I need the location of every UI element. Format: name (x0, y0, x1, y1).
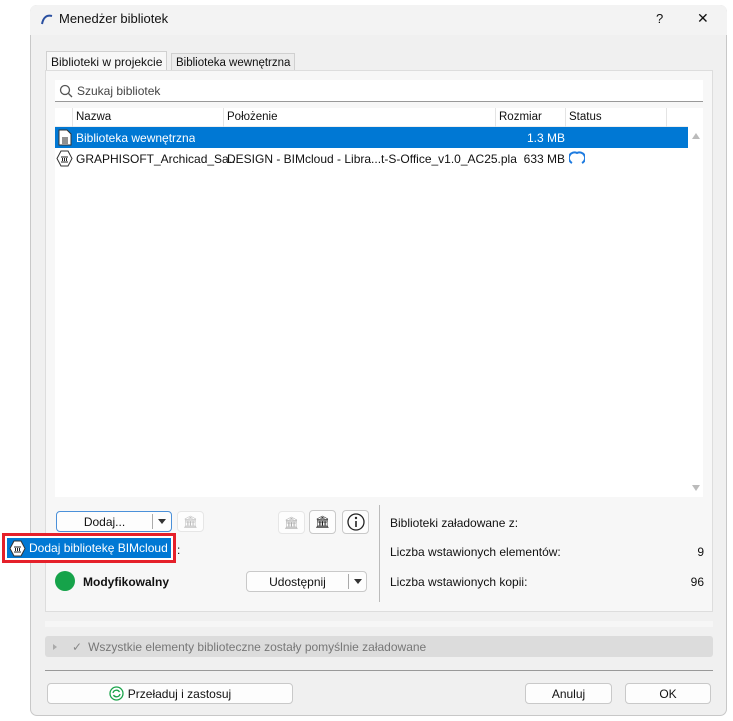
header-status[interactable]: Status (566, 108, 667, 127)
header-polozenie[interactable]: Położenie (224, 108, 496, 127)
search-input[interactable]: Szukaj bibliotek (55, 80, 703, 102)
close-button[interactable]: ✕ (697, 10, 709, 27)
info-icon (346, 513, 365, 531)
add-menu-popup: Dodaj bibliotekę BIMcloud (2, 533, 176, 563)
expand-arrow-icon[interactable] (53, 643, 57, 650)
cancel-button[interactable]: Anuluj (525, 683, 612, 704)
archicad-logo-icon (41, 14, 53, 25)
add-button[interactable]: Dodaj... (56, 511, 172, 532)
reload-icon (109, 686, 124, 701)
library-import-icon: 🏛 (283, 515, 300, 530)
scroll-up-icon[interactable] (692, 133, 700, 139)
reload-apply-button[interactable]: Przeładuj i zastosuj (47, 683, 293, 704)
footer-separator (45, 670, 713, 671)
search-placeholder: Szukaj bibliotek (77, 84, 161, 98)
status-label: Modyfikowalny (83, 575, 170, 589)
ok-button[interactable]: OK (625, 683, 711, 704)
migrate-library-button[interactable]: 🏛 (278, 511, 305, 534)
cancel-label: Anuluj (551, 686, 586, 701)
cloud-sync-icon (569, 151, 585, 164)
elements-count-value: 9 (697, 545, 704, 559)
reload-label: Przeładuj i zastosuj (127, 686, 232, 701)
row-name: Biblioteka wewnętrzna (76, 131, 196, 145)
add-label: Dodaj... (83, 514, 126, 529)
add-dropdown-arrow-icon[interactable] (158, 519, 166, 524)
window-title: Menedżer bibliotek (59, 11, 169, 26)
row-name: GRAPHISOFT_Archicad_Sa... (76, 152, 239, 166)
share-button[interactable]: Udostępnij (246, 571, 367, 592)
ok-label: OK (659, 686, 677, 701)
vertical-divider (379, 505, 380, 602)
header-icon-col (55, 108, 73, 127)
header-nazwa[interactable]: Nazwa (73, 108, 224, 127)
check-icon: ✓ (72, 639, 83, 654)
menu-item-label: Dodaj bibliotekę BIMcloud (29, 541, 168, 555)
help-button[interactable]: ? (656, 11, 663, 26)
loaded-from-label: Biblioteki załadowane z: (390, 516, 519, 530)
row-size: 633 MB (523, 152, 565, 166)
scrollbar[interactable] (688, 127, 703, 497)
status-message: Wszystkie elementy biblioteczne zostały … (88, 639, 427, 654)
remove-library-icon: 🏛 (182, 514, 199, 529)
info-button[interactable] (342, 510, 369, 534)
menu-item-add-bimcloud[interactable]: Dodaj bibliotekę BIMcloud (7, 538, 171, 558)
search-icon (59, 84, 73, 98)
row-location: DESIGN - BIMcloud - Libra...t-S-Office_v… (227, 152, 517, 166)
status-indicator (55, 571, 75, 591)
copies-count-value: 96 (690, 575, 704, 589)
bimcloud-library-icon (9, 540, 26, 556)
library-file-icon (58, 129, 72, 146)
tab-projekt[interactable]: Biblioteki w projekcie (46, 51, 168, 71)
bimcloud-library-icon (56, 150, 73, 167)
spacer-strip (45, 621, 713, 627)
table-row[interactable]: GRAPHISOFT_Archicad_Sa... DESIGN - BIMcl… (55, 148, 688, 169)
header-rozmiar[interactable]: Rozmiar (496, 108, 566, 127)
status-bar[interactable]: ✓ Wszystkie elementy biblioteczne został… (45, 636, 713, 657)
remove-library-button[interactable]: 🏛 (177, 511, 204, 532)
elements-count-label: Liczba wstawionych elementów: (390, 545, 561, 559)
table-header: Nazwa Położenie Rozmiar Status (55, 108, 688, 127)
scroll-down-icon[interactable] (692, 485, 700, 491)
row-size: 1.3 MB (526, 131, 565, 145)
share-dropdown-arrow-icon[interactable] (354, 579, 362, 584)
table-row[interactable]: Biblioteka wewnętrzna 1.3 MB (55, 127, 688, 148)
refresh-library-button[interactable]: 🏛 (309, 510, 336, 534)
share-label: Udostępnij (269, 574, 326, 589)
copies-count-label: Liczba wstawionych kopii: (390, 575, 528, 589)
library-refresh-icon: 🏛 (314, 515, 331, 529)
label-suffix: : (177, 543, 181, 557)
